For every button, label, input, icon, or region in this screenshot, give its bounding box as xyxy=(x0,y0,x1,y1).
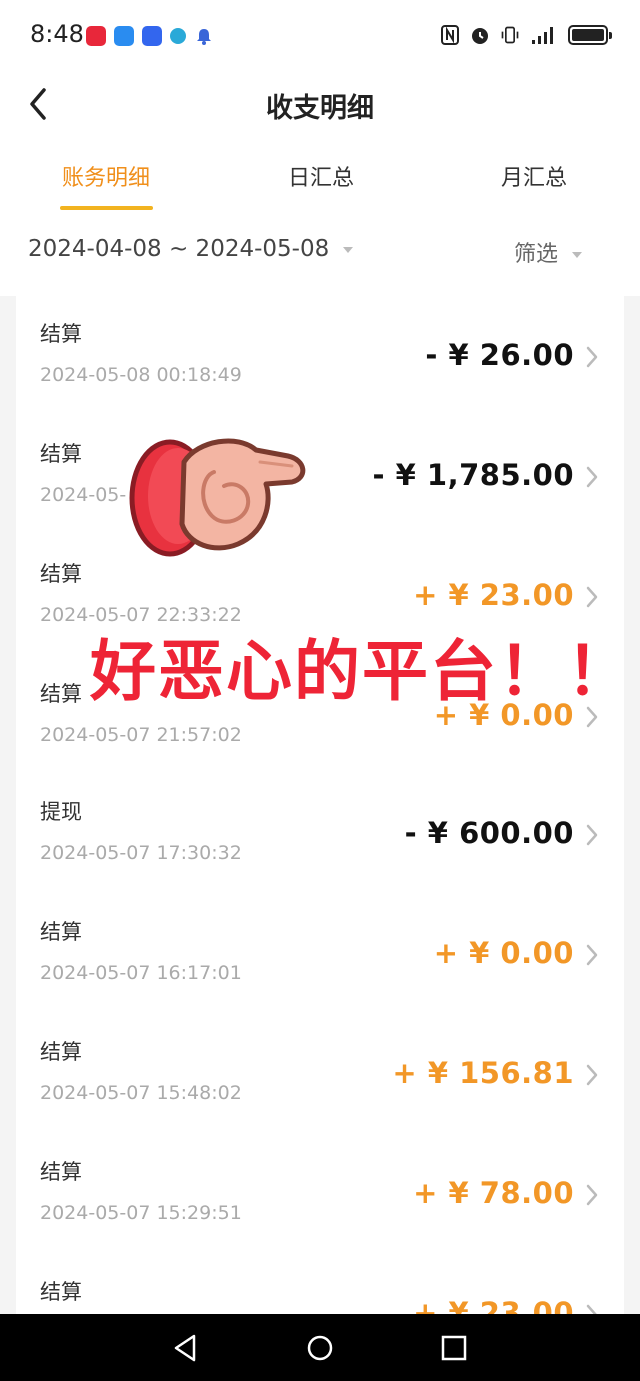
transaction-amount: + ¥ 23.00 xyxy=(413,578,574,612)
transaction-list: 结算 2024-05-08 00:18:49 - ¥ 26.00 结算 2024-05-… xyxy=(16,296,624,1316)
app-cyan-icon xyxy=(170,28,186,44)
chevron-right-icon xyxy=(586,466,598,488)
transaction-amount: - ¥ 600.00 xyxy=(404,816,574,850)
caret-down-icon xyxy=(343,246,354,253)
date-range-selector[interactable]: 2024-04-08 ~ 2024-05-08 xyxy=(28,236,354,262)
transaction-time: 2024-05-07 15:29:51 xyxy=(40,1202,242,1224)
transaction-amount: + ¥ 78.00 xyxy=(413,1176,574,1210)
transaction-row[interactable]: 结算 2024-05-07 15:48:02 + ¥ 156.81 xyxy=(16,1014,624,1134)
transaction-title: 结算 xyxy=(40,1040,82,1064)
transaction-row[interactable]: 结算 2024-05-07 16:17:01 + ¥ 0.00 xyxy=(16,894,624,1014)
app-bell-icon xyxy=(197,29,211,45)
transaction-row[interactable]: 结算 + ¥ 23.00 xyxy=(16,1254,624,1316)
date-range-label: 2024-04-08 ~ 2024-05-08 xyxy=(28,236,330,262)
overlay-caption: 好恶心的平台！！ xyxy=(90,633,634,710)
chevron-right-icon xyxy=(586,944,598,966)
transaction-amount: + ¥ 23.00 xyxy=(413,1296,574,1316)
tab-bar: 账务明细 日汇总 月汇总 xyxy=(0,138,640,216)
transaction-time: 2024-05- xyxy=(40,484,127,506)
pointing-hand-icon xyxy=(129,438,306,557)
transaction-row[interactable]: 提现 2024-05-07 17:30:32 - ¥ 600.00 xyxy=(16,774,624,894)
transaction-amount: + ¥ 156.81 xyxy=(392,1056,574,1090)
nav-home-icon[interactable] xyxy=(304,1332,336,1364)
chevron-right-icon xyxy=(586,1064,598,1086)
signal-icon xyxy=(532,27,553,44)
tab-monthly-summary[interactable]: 月汇总 xyxy=(464,160,604,192)
transaction-amount: - ¥ 26.00 xyxy=(425,338,574,372)
alarm-icon xyxy=(472,28,488,44)
transaction-title: 提现 xyxy=(40,800,82,824)
tab-account-details[interactable]: 账务明细 xyxy=(36,160,176,192)
nav-back-icon[interactable] xyxy=(170,1332,202,1364)
transaction-row[interactable]: 结算 2024-05- - ¥ 1,785.00 xyxy=(16,416,624,536)
filter-row: 2024-04-08 ~ 2024-05-08 筛选 xyxy=(0,216,640,296)
caret-down-icon xyxy=(572,252,582,258)
transaction-amount: - ¥ 1,785.00 xyxy=(372,458,574,492)
transaction-title: 结算 xyxy=(40,442,82,466)
transaction-time: 2024-05-07 21:57:02 xyxy=(40,724,242,746)
filter-label: 筛选 xyxy=(513,242,558,267)
page-title: 收支明细 xyxy=(266,93,374,124)
filter-button[interactable]: 筛选 xyxy=(514,236,582,268)
active-tab-indicator xyxy=(60,206,153,210)
app-blue-icon xyxy=(114,26,134,46)
chevron-right-icon xyxy=(586,346,598,368)
status-bar: 8:48 xyxy=(0,0,640,72)
nfc-icon xyxy=(441,25,459,45)
transaction-time: 2024-05-07 17:30:32 xyxy=(40,842,242,864)
notification-icons xyxy=(86,26,214,46)
transaction-title: 结算 xyxy=(40,562,82,586)
transaction-amount: + ¥ 0.00 xyxy=(433,936,574,970)
app-red-icon xyxy=(86,26,106,46)
chevron-right-icon xyxy=(586,824,598,846)
status-time: 8:48 xyxy=(30,20,84,48)
transaction-title: 结算 xyxy=(40,322,82,346)
app-blue2-icon xyxy=(142,26,162,46)
transaction-title: 结算 xyxy=(40,1280,82,1304)
transaction-row[interactable]: 结算 2024-05-08 00:18:49 - ¥ 26.00 xyxy=(16,296,624,416)
chevron-right-icon xyxy=(586,586,598,608)
chevron-right-icon xyxy=(586,1184,598,1206)
transaction-title: 结算 xyxy=(40,1160,82,1184)
header: 收支明细 xyxy=(0,72,640,138)
battery-icon xyxy=(568,25,612,45)
transaction-time: 2024-05-07 16:17:01 xyxy=(40,962,242,984)
navigation-bar xyxy=(0,1314,640,1381)
transaction-row[interactable]: 结算 2024-05-07 15:29:51 + ¥ 78.00 xyxy=(16,1134,624,1254)
transaction-time: 2024-05-08 00:18:49 xyxy=(40,364,242,386)
transaction-time: 2024-05-07 15:48:02 xyxy=(40,1082,242,1104)
nav-recents-icon[interactable] xyxy=(438,1332,470,1364)
system-icons xyxy=(440,24,612,46)
transaction-title: 结算 xyxy=(40,920,82,944)
transaction-title: 结算 xyxy=(40,682,82,706)
tab-daily-summary[interactable]: 日汇总 xyxy=(251,160,391,192)
vibrate-icon xyxy=(501,26,519,44)
